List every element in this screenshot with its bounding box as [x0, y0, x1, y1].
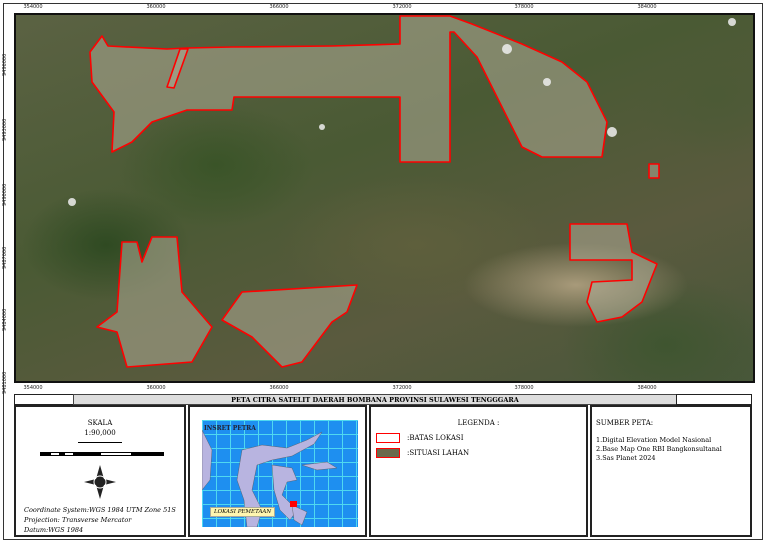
y-tick-label: 9490000: [2, 183, 8, 206]
boundary-east[interactable]: [569, 223, 658, 323]
x-tick-label: 354000: [23, 4, 43, 10]
x-tick-label: 366000: [269, 4, 289, 10]
source-item: 2.Base Map One RBI Bangkonsultanal: [596, 445, 722, 453]
satellite-map[interactable]: [14, 13, 755, 383]
boundary-legend-swatch: [376, 433, 400, 443]
scale-bar: [40, 452, 164, 456]
title-spacer-right: [676, 394, 752, 405]
legend-heading: LEGENDA :: [457, 419, 500, 427]
x-tick-label-bottom: 366000: [269, 385, 289, 391]
y-tick-label: 9487000: [2, 246, 8, 269]
x-tick-label: 360000: [146, 4, 166, 10]
source-item: 3.Sas Planet 2024: [596, 454, 656, 462]
x-tick-label-bottom: 360000: [146, 385, 166, 391]
projection: Projection: Transverse Mercator: [24, 516, 132, 524]
inset-title: INSRET PETRA: [204, 425, 256, 432]
legend-item-boundary: :BATAS LOKASI: [407, 434, 464, 442]
boundary-southwest[interactable]: [96, 236, 213, 368]
x-tick-label: 372000: [392, 4, 412, 10]
datum: Datum:WGS 1984: [24, 526, 84, 534]
x-tick-label: 384000: [637, 4, 657, 10]
y-tick-label: 9484000: [2, 308, 8, 331]
location-marker: [290, 501, 297, 507]
divider: [78, 442, 122, 443]
sources-panel: SUMBER PETA: 1.Digital Elevation Model N…: [590, 405, 752, 537]
x-tick-label-bottom: 384000: [637, 385, 657, 391]
y-tick-label: 9493000: [2, 118, 8, 141]
source-item: 1.Digital Elevation Model Nasional: [596, 436, 712, 444]
boundary-layer: [68, 15, 736, 368]
inset-panel: INSRET PETRA LOKASI PEMETAAN: [188, 405, 367, 537]
boundary-small[interactable]: [648, 163, 660, 179]
y-tick-label: 9496000: [2, 53, 8, 76]
north-arrow-icon: [84, 465, 116, 499]
location-label: LOKASI PEMETAAN: [210, 507, 276, 517]
land-legend-swatch: [376, 448, 400, 458]
legend-panel: LEGENDA : :BATAS LOKASI :SITUASI LAHAN: [369, 405, 588, 537]
x-tick-label-bottom: 378000: [514, 385, 534, 391]
sources-heading: SUMBER PETA:: [596, 419, 654, 427]
title-spacer-left: [14, 394, 74, 405]
y-tick-label: 9481000: [2, 371, 8, 394]
scale-heading: SKALA: [87, 419, 113, 427]
x-tick-label-bottom: 372000: [392, 385, 412, 391]
coordinate-system: Coordinate System:WGS 1984 UTM Zone 51S: [24, 506, 176, 514]
x-tick-label: 378000: [514, 4, 534, 10]
inset-map[interactable]: INSRET PETRA LOKASI PEMETAAN: [202, 420, 358, 527]
boundary-south-central[interactable]: [221, 284, 358, 368]
map-title: PETA CITRA SATELIT DAERAH BOMBANA PROVIN…: [73, 394, 677, 405]
x-tick-label-bottom: 354000: [23, 385, 43, 391]
scale-ratio: 1:90,000: [84, 429, 116, 437]
legend-item-land: :SITUASI LAHAN: [407, 449, 470, 457]
scale-panel: SKALA 1:90,000 Coordinate System:WGS 198…: [14, 405, 186, 537]
boundary-north[interactable]: [89, 15, 608, 163]
